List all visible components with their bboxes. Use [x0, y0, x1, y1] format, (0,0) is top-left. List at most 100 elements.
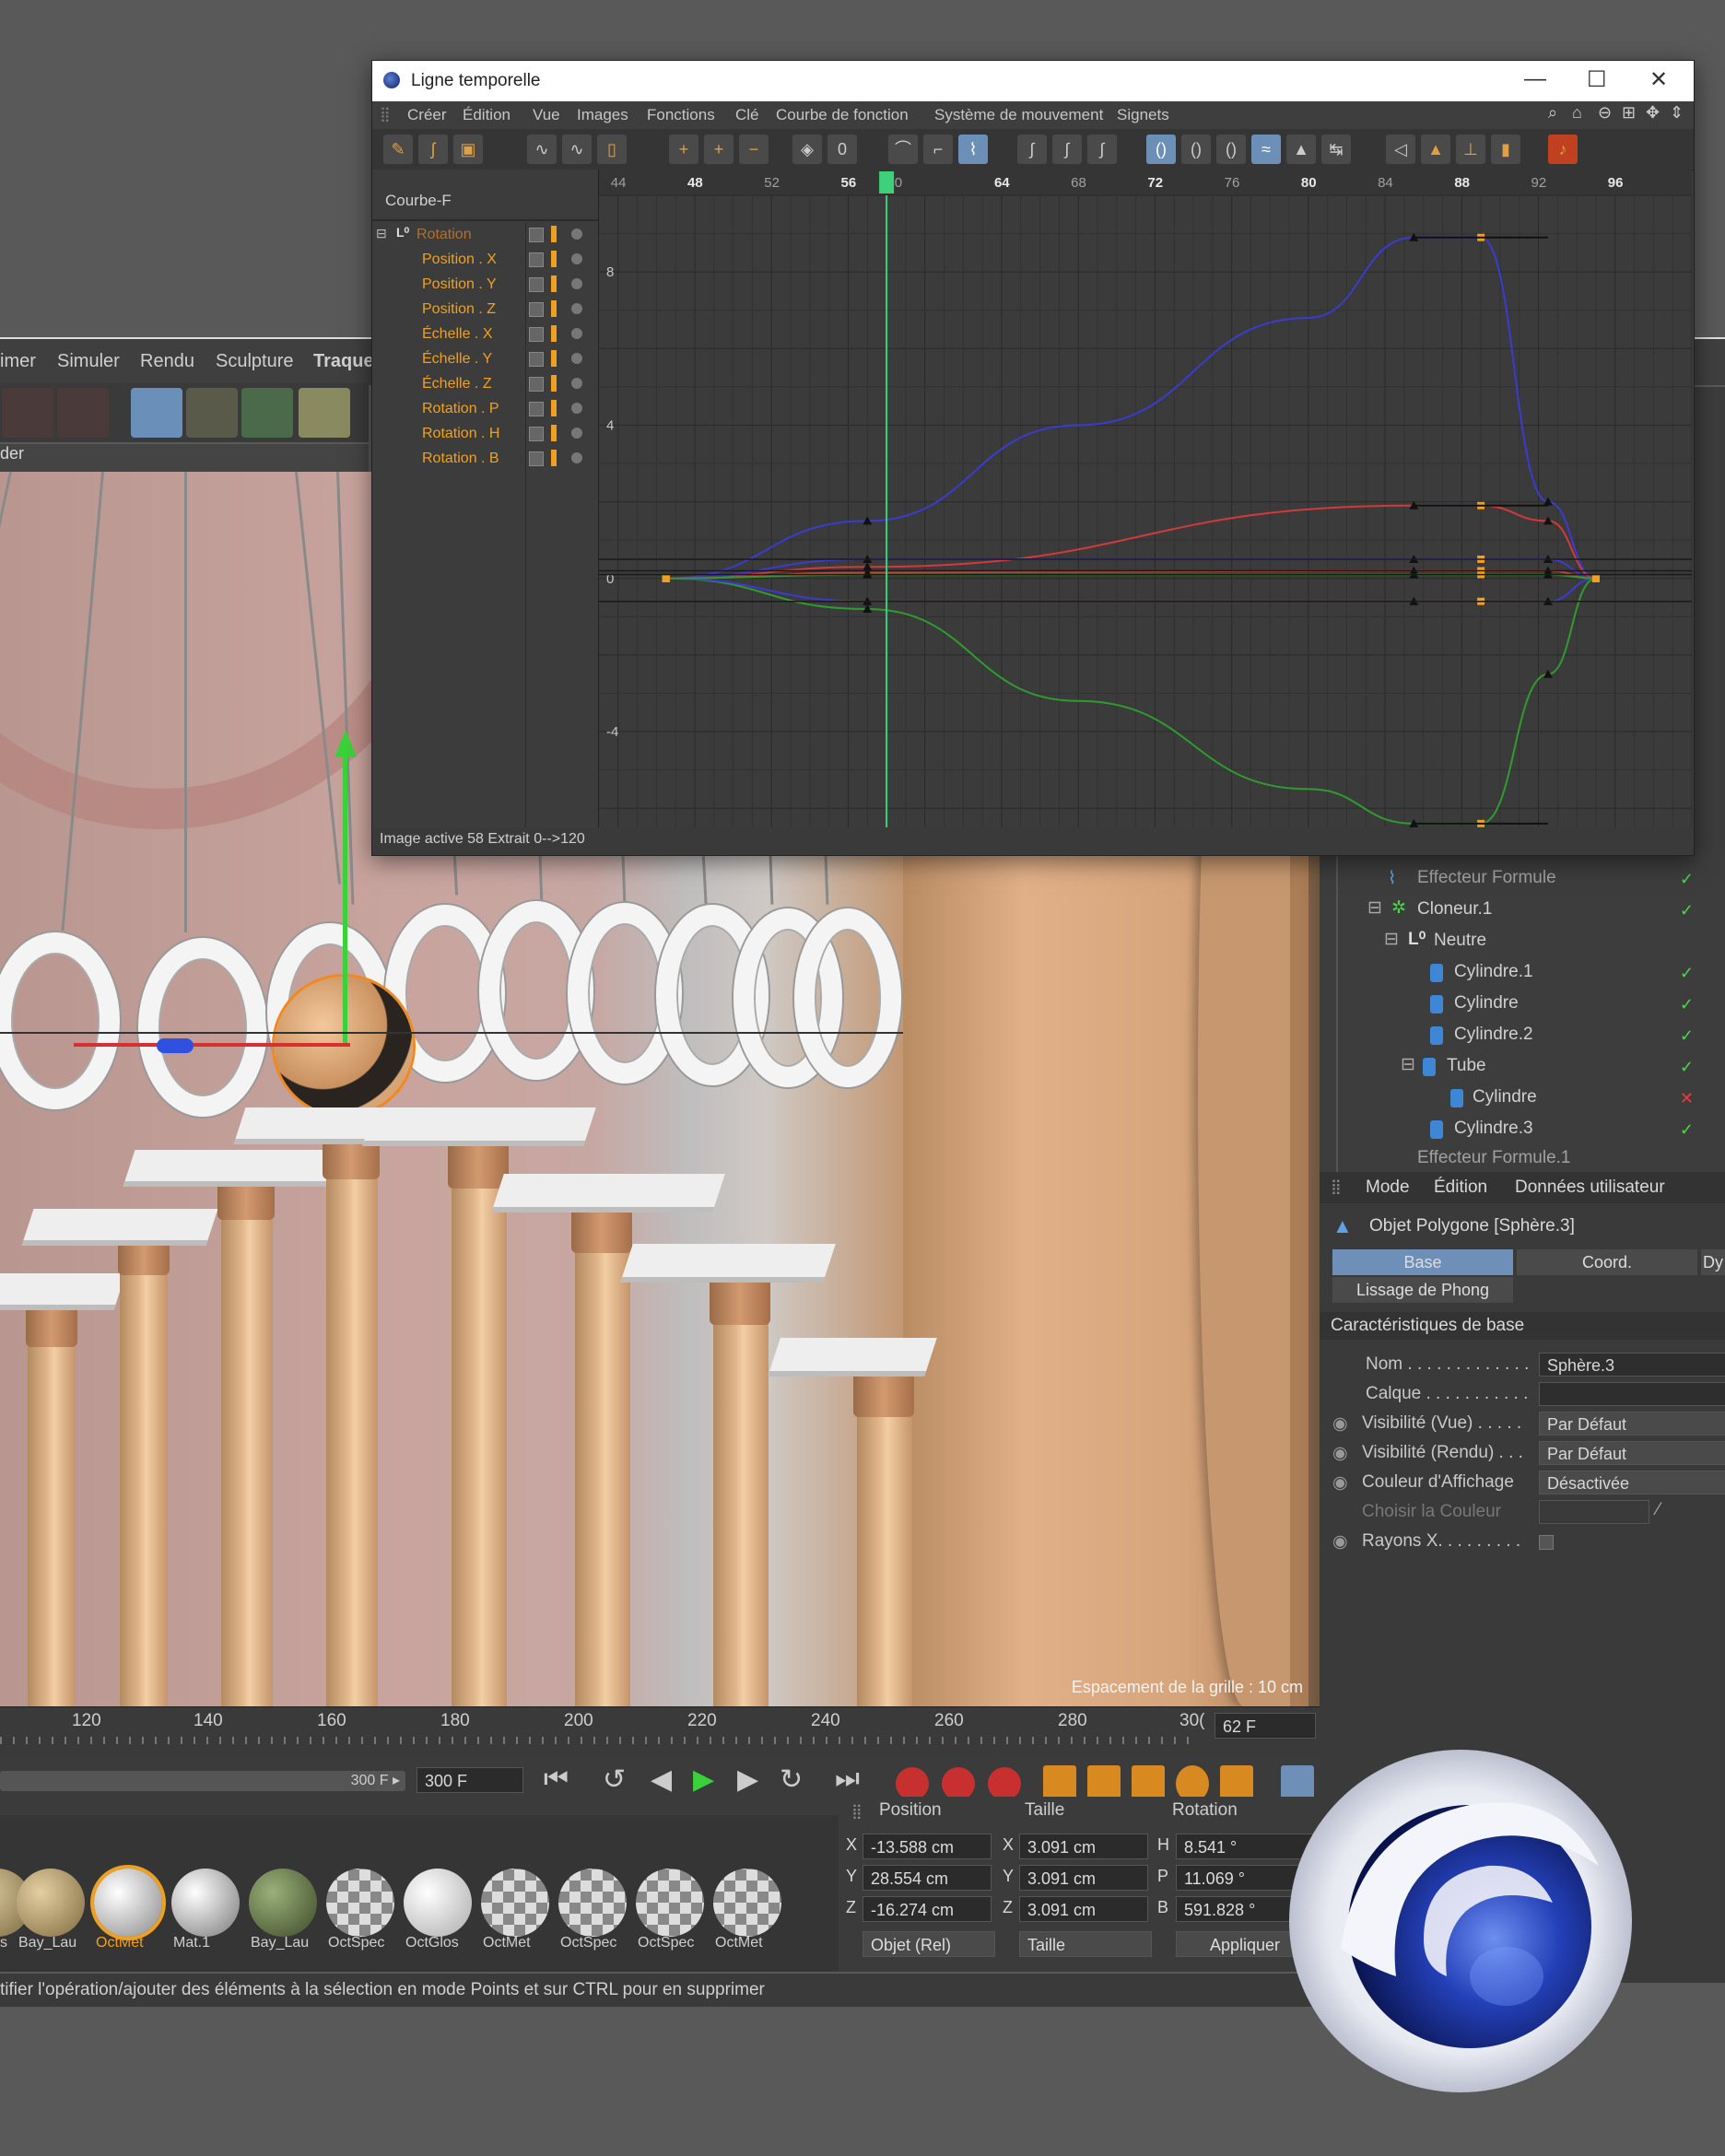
menu-animer[interactable]: imer — [0, 351, 36, 372]
object-row-effecteur-formule-1[interactable]: Effecteur Formule.1 — [1320, 1144, 1725, 1172]
maximize-button[interactable]: ☐ — [1587, 66, 1607, 93]
coord-mode-select[interactable]: Objet (Rel) — [862, 1931, 995, 1957]
tl-menu-courbe[interactable]: Courbe de fonction — [776, 106, 909, 124]
position-x-field[interactable]: -13.588 cm — [862, 1834, 992, 1859]
cube-button[interactable] — [131, 388, 182, 438]
track-edit-icon[interactable] — [529, 451, 544, 466]
prev-key-icon[interactable]: ↺ — [603, 1763, 626, 1796]
lock-value-icon[interactable]: ↹ — [1321, 135, 1351, 164]
spline-icon[interactable]: ∫ — [1017, 135, 1047, 164]
key-step-icon[interactable]: ⊥ — [1456, 135, 1485, 164]
search-icon[interactable]: ⌕ — [1548, 103, 1557, 123]
key-left-icon[interactable]: ◁ — [1386, 135, 1415, 164]
record-keys-icon[interactable] — [896, 1767, 929, 1800]
track-scale-y[interactable]: Échelle . Y — [372, 347, 598, 372]
check-icon[interactable]: ✓ — [1680, 870, 1694, 889]
track-state-icon[interactable] — [571, 278, 582, 289]
fit-icon[interactable]: ⊞ — [1622, 103, 1636, 123]
material-ball[interactable] — [636, 1869, 704, 1937]
track-rotation[interactable]: ⊟ L⁰ Rotation — [372, 223, 598, 248]
break-tangent-icon[interactable]: ≈ — [1251, 135, 1281, 164]
cross-icon[interactable]: ✕ — [1680, 1089, 1694, 1108]
motion-mode-icon[interactable]: ▣ — [453, 135, 483, 164]
go-to-start-icon[interactable]: ⏮ — [544, 1763, 569, 1795]
axis-y-arrow[interactable] — [334, 730, 357, 757]
remove-key-icon[interactable]: − — [739, 135, 769, 164]
object-row-cylindre-child[interactable]: Cylindre ✕ — [1320, 1084, 1725, 1114]
lock-tangent-icon[interactable]: () — [1216, 135, 1246, 164]
ease-in-icon[interactable]: ∫ — [1052, 135, 1082, 164]
menu-sculpture[interactable]: Sculpture — [216, 351, 294, 372]
tl-menu-fonctions[interactable]: Fonctions — [647, 106, 715, 124]
collapse-icon[interactable]: ⊟ — [376, 226, 387, 241]
tab-base[interactable]: Base — [1332, 1249, 1513, 1275]
check-icon[interactable]: ✓ — [1680, 1058, 1694, 1077]
next-key-icon[interactable]: ↻ — [780, 1763, 803, 1796]
object-row-cylindre-2[interactable]: Cylindre.2 ✓ — [1320, 1021, 1725, 1051]
add-keys-icon[interactable]: + — [704, 135, 733, 164]
close-button[interactable]: ✕ — [1649, 66, 1668, 93]
track-position-y[interactable]: Position . Y — [372, 273, 598, 298]
radio-icon[interactable]: ◉ — [1332, 1531, 1348, 1553]
lock-time-icon[interactable]: ▲ — [1286, 135, 1316, 164]
track-state-icon[interactable] — [571, 403, 582, 414]
add-key-icon[interactable]: + — [669, 135, 698, 164]
track-state-icon[interactable] — [571, 253, 582, 264]
fcurve-graph[interactable]: 44485256580646872768084889296840-4 — [599, 170, 1693, 827]
link-icon[interactable]: ⊖ — [1598, 103, 1612, 123]
color-swatch[interactable] — [1539, 1500, 1649, 1524]
autokey-icon[interactable] — [942, 1767, 975, 1800]
track-state-icon[interactable] — [571, 378, 582, 389]
xray-checkbox[interactable] — [1539, 1535, 1554, 1550]
zero-length-icon[interactable]: () — [1181, 135, 1211, 164]
object-row-cylindre[interactable]: Cylindre ✓ — [1320, 990, 1725, 1020]
zoom-icon[interactable]: ⇕ — [1670, 103, 1684, 123]
key-down-icon[interactable]: ▮ — [1491, 135, 1520, 164]
next-frame-icon[interactable]: ▶ — [737, 1763, 758, 1796]
material-ball[interactable] — [171, 1869, 240, 1937]
check-icon[interactable]: ✓ — [1680, 901, 1694, 920]
key-mode-icon[interactable]: ✎ — [383, 135, 413, 164]
tl-menu-systeme[interactable]: Système de mouvement — [934, 106, 1103, 124]
material-ball[interactable] — [558, 1869, 627, 1937]
attr-menu-edition[interactable]: Édition — [1434, 1178, 1487, 1198]
object-row-tube[interactable]: ⊟ Tube ✓ — [1320, 1052, 1725, 1083]
collapse-icon[interactable]: ⊟ — [1384, 929, 1399, 950]
material-ball[interactable] — [17, 1869, 85, 1937]
attr-menu-user-data[interactable]: Données utilisateur — [1515, 1178, 1665, 1198]
curve-tool2-icon[interactable]: ∿ — [562, 135, 592, 164]
fcurve-mode-icon[interactable]: ʃ — [418, 135, 448, 164]
tab-dynamique[interactable]: Dy — [1701, 1249, 1725, 1275]
object-row-cylindre-1[interactable]: Cylindre.1 ✓ — [1320, 958, 1725, 989]
pan-icon[interactable]: ✥ — [1646, 103, 1660, 123]
material-ball[interactable] — [326, 1869, 394, 1937]
track-state-icon[interactable] — [571, 328, 582, 339]
track-edit-icon[interactable] — [529, 277, 544, 292]
material-ball-selected[interactable] — [94, 1869, 162, 1937]
object-row-effecteur-formule[interactable]: ⌇ Effecteur Formule ✓ — [1320, 864, 1725, 895]
material-ball[interactable] — [404, 1869, 472, 1937]
track-rotation-h[interactable]: Rotation . H — [372, 422, 598, 447]
size-y-field[interactable]: 3.091 cm — [1019, 1865, 1148, 1891]
visibility-render-select[interactable]: Par Défaut — [1539, 1441, 1725, 1465]
track-scale-x[interactable]: Échelle . X — [372, 322, 598, 347]
radio-icon[interactable]: ◉ — [1332, 1472, 1348, 1494]
axis-y-handle[interactable] — [343, 739, 347, 1043]
eyedropper-icon[interactable]: ⁄ — [1657, 1500, 1660, 1520]
menu-traque[interactable]: Traque — [313, 351, 374, 372]
position-y-field[interactable]: 28.554 cm — [862, 1865, 992, 1891]
track-state-icon[interactable] — [571, 303, 582, 314]
visibility-view-select[interactable]: Par Défaut — [1539, 1412, 1725, 1435]
track-edit-icon[interactable] — [529, 427, 544, 441]
position-z-field[interactable]: -16.274 cm — [862, 1896, 992, 1922]
keyframe-selection-icon[interactable] — [988, 1767, 1021, 1800]
material-ball[interactable] — [481, 1869, 549, 1937]
render-picture-button[interactable] — [57, 388, 109, 438]
track-edit-icon[interactable] — [529, 228, 544, 242]
check-icon[interactable]: ✓ — [1680, 995, 1694, 1014]
cloner-button[interactable] — [299, 388, 350, 438]
zero-key-icon[interactable]: 0 — [827, 135, 857, 164]
track-edit-icon[interactable] — [529, 402, 544, 416]
axis-x-handle[interactable] — [74, 1043, 350, 1047]
key-up-icon[interactable]: ▲ — [1421, 135, 1450, 164]
